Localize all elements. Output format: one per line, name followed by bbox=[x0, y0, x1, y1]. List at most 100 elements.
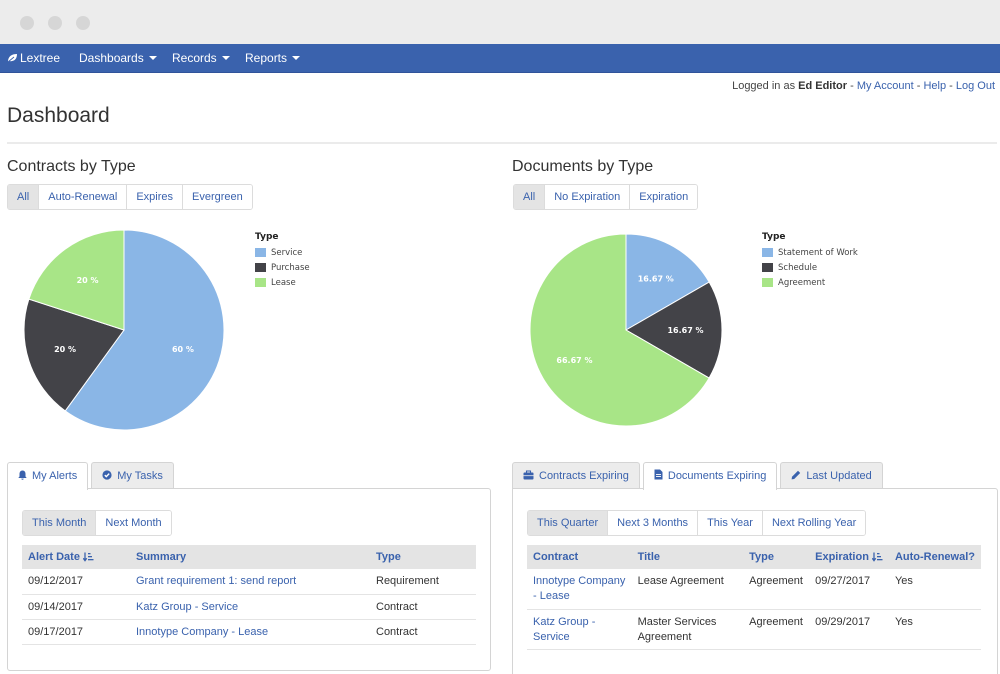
cell-alert-date: 09/17/2017 bbox=[22, 619, 130, 645]
column-expiration[interactable]: Expiration bbox=[809, 545, 889, 569]
tab-documents-expiring[interactable]: Documents Expiring bbox=[642, 462, 778, 490]
nav-records-label: Records bbox=[172, 51, 217, 65]
expiring-filter-this-year[interactable]: This Year bbox=[697, 511, 762, 535]
legend-item[interactable]: Service bbox=[255, 245, 310, 260]
tab-my-tasks[interactable]: My Tasks bbox=[91, 462, 174, 489]
cell-summary: Innotype Company - Lease bbox=[130, 619, 370, 645]
alerts-filter-next-month[interactable]: Next Month bbox=[95, 511, 171, 535]
table-row: 09/14/2017 Katz Group - Service Contract bbox=[22, 594, 476, 620]
summary-link[interactable]: Grant requirement 1: send report bbox=[136, 575, 296, 587]
separator: - bbox=[946, 80, 956, 92]
user-bar: Logged in as Ed Editor - My Account - He… bbox=[732, 80, 995, 92]
pie-data-label: 66.67 % bbox=[556, 356, 592, 365]
column-type[interactable]: Type bbox=[370, 545, 476, 569]
legend-label: Schedule bbox=[778, 262, 818, 273]
cell-alert-date: 09/12/2017 bbox=[22, 569, 130, 595]
my-account-link[interactable]: My Account bbox=[857, 80, 914, 92]
cell-type: Requirement bbox=[370, 569, 476, 595]
pencil-icon bbox=[791, 470, 801, 480]
legend-title: Type bbox=[255, 232, 279, 242]
documents-filter-all[interactable]: All bbox=[514, 185, 545, 209]
user-name: Ed Editor bbox=[798, 80, 848, 92]
cell-auto-renewal: Yes bbox=[888, 569, 981, 610]
contracts-filter-evergreen[interactable]: Evergreen bbox=[182, 185, 252, 209]
cell-type: Contract bbox=[370, 619, 476, 645]
column-summary[interactable]: Summary bbox=[130, 545, 370, 569]
legend-swatch bbox=[762, 248, 773, 257]
legend-item[interactable]: Lease bbox=[255, 275, 310, 290]
documents-pie-chart: 16.67 % 16.67 % 66.67 % bbox=[529, 233, 723, 427]
table-row: 09/17/2017 Innotype Company - Lease Contra… bbox=[22, 619, 476, 645]
column-label: Alert Date bbox=[28, 551, 80, 563]
documents-legend: Type Statement of Work Schedule Agreement bbox=[762, 232, 858, 290]
legend-swatch bbox=[255, 278, 266, 287]
contracts-filter-auto-renewal[interactable]: Auto-Renewal bbox=[38, 185, 127, 209]
expiring-filter-next-3-months[interactable]: Next 3 Months bbox=[607, 511, 698, 535]
window-maximize-button[interactable] bbox=[76, 16, 90, 30]
tab-my-alerts[interactable]: My Alerts bbox=[7, 462, 89, 490]
summary-link[interactable]: Katz Group - Service bbox=[136, 601, 238, 613]
table-row: Katz Group - Service Master Services Agre… bbox=[527, 609, 981, 650]
table-row: Innotype Company - Lease Lease Agreement A… bbox=[527, 569, 981, 610]
separator: - bbox=[913, 80, 924, 92]
column-title[interactable]: Title bbox=[631, 545, 744, 569]
documents-filter-group: All No Expiration Expiration bbox=[513, 184, 699, 210]
column-auto-renewal[interactable]: Auto-Renewal? bbox=[888, 545, 981, 569]
window-close-button[interactable] bbox=[20, 16, 34, 30]
legend-item[interactable]: Agreement bbox=[762, 275, 858, 290]
legend-item[interactable]: Purchase bbox=[255, 260, 310, 275]
leaf-icon bbox=[7, 54, 17, 63]
legend-item[interactable]: Statement of Work bbox=[762, 245, 858, 260]
nav-records[interactable]: Records bbox=[172, 44, 230, 73]
column-label: Expiration bbox=[815, 551, 869, 563]
caret-down-icon bbox=[292, 56, 301, 60]
sort-ascending-icon bbox=[871, 552, 883, 562]
alerts-filter-this-month[interactable]: This Month bbox=[23, 511, 96, 535]
caret-down-icon bbox=[148, 56, 157, 60]
brand-link[interactable]: Lextree bbox=[7, 44, 60, 73]
cell-type: Agreement bbox=[743, 609, 810, 650]
column-type[interactable]: Type bbox=[743, 545, 810, 569]
pie-data-label: 20 % bbox=[77, 276, 99, 285]
cell-title: Master Services Agreement bbox=[631, 609, 744, 650]
legend-item[interactable]: Schedule bbox=[762, 260, 858, 275]
table-header-row: Alert Date Summary Type bbox=[22, 545, 476, 569]
expiring-filter-group: This Quarter Next 3 Months This Year Nex… bbox=[527, 510, 867, 536]
legend-swatch bbox=[762, 263, 773, 272]
pie-data-label: 60 % bbox=[172, 345, 194, 354]
pie-data-label: 16.67 % bbox=[638, 274, 674, 283]
cell-expiration: 09/27/2017 bbox=[809, 569, 889, 610]
column-contract[interactable]: Contract bbox=[527, 545, 632, 569]
nav-reports[interactable]: Reports bbox=[245, 44, 301, 73]
expiring-filter-this-quarter[interactable]: This Quarter bbox=[528, 511, 608, 535]
caret-down-icon bbox=[221, 56, 230, 60]
help-link[interactable]: Help bbox=[923, 80, 946, 92]
summary-link[interactable]: Innotype Company - Lease bbox=[136, 626, 268, 638]
expiring-filter-next-rolling-year[interactable]: Next Rolling Year bbox=[761, 511, 866, 535]
window-minimize-button[interactable] bbox=[48, 16, 62, 30]
legend-label: Agreement bbox=[778, 277, 826, 288]
pie-data-label: 16.67 % bbox=[667, 326, 703, 335]
documents-filter-expiration[interactable]: Expiration bbox=[629, 185, 698, 209]
tab-last-updated[interactable]: Last Updated bbox=[780, 462, 883, 489]
contracts-by-type-title: Contracts by Type bbox=[7, 158, 136, 175]
tab-label: Contracts Expiring bbox=[539, 470, 629, 482]
nav-dashboards[interactable]: Dashboards bbox=[79, 44, 157, 73]
contract-link[interactable]: Katz Group - Service bbox=[533, 616, 595, 643]
contract-link[interactable]: Innotype Company - Lease bbox=[533, 575, 625, 602]
log-out-link[interactable]: Log Out bbox=[956, 80, 995, 92]
column-alert-date[interactable]: Alert Date bbox=[22, 545, 130, 569]
tab-contracts-expiring[interactable]: Contracts Expiring bbox=[512, 462, 640, 489]
title-divider bbox=[7, 142, 997, 144]
top-navbar: Lextree Dashboards Records Reports bbox=[0, 44, 1000, 73]
cell-auto-renewal: Yes bbox=[888, 609, 981, 650]
expiring-table: Contract Title Type Expiration Auto-Rene… bbox=[527, 545, 981, 650]
contracts-filter-all[interactable]: All bbox=[8, 185, 39, 209]
cell-type: Agreement bbox=[743, 569, 810, 610]
tab-label: My Alerts bbox=[32, 470, 78, 482]
document-icon bbox=[654, 469, 663, 480]
page-title: Dashboard bbox=[7, 104, 110, 127]
tab-label: Last Updated bbox=[806, 470, 872, 482]
documents-filter-no-expiration[interactable]: No Expiration bbox=[544, 185, 630, 209]
contracts-filter-expires[interactable]: Expires bbox=[126, 185, 183, 209]
